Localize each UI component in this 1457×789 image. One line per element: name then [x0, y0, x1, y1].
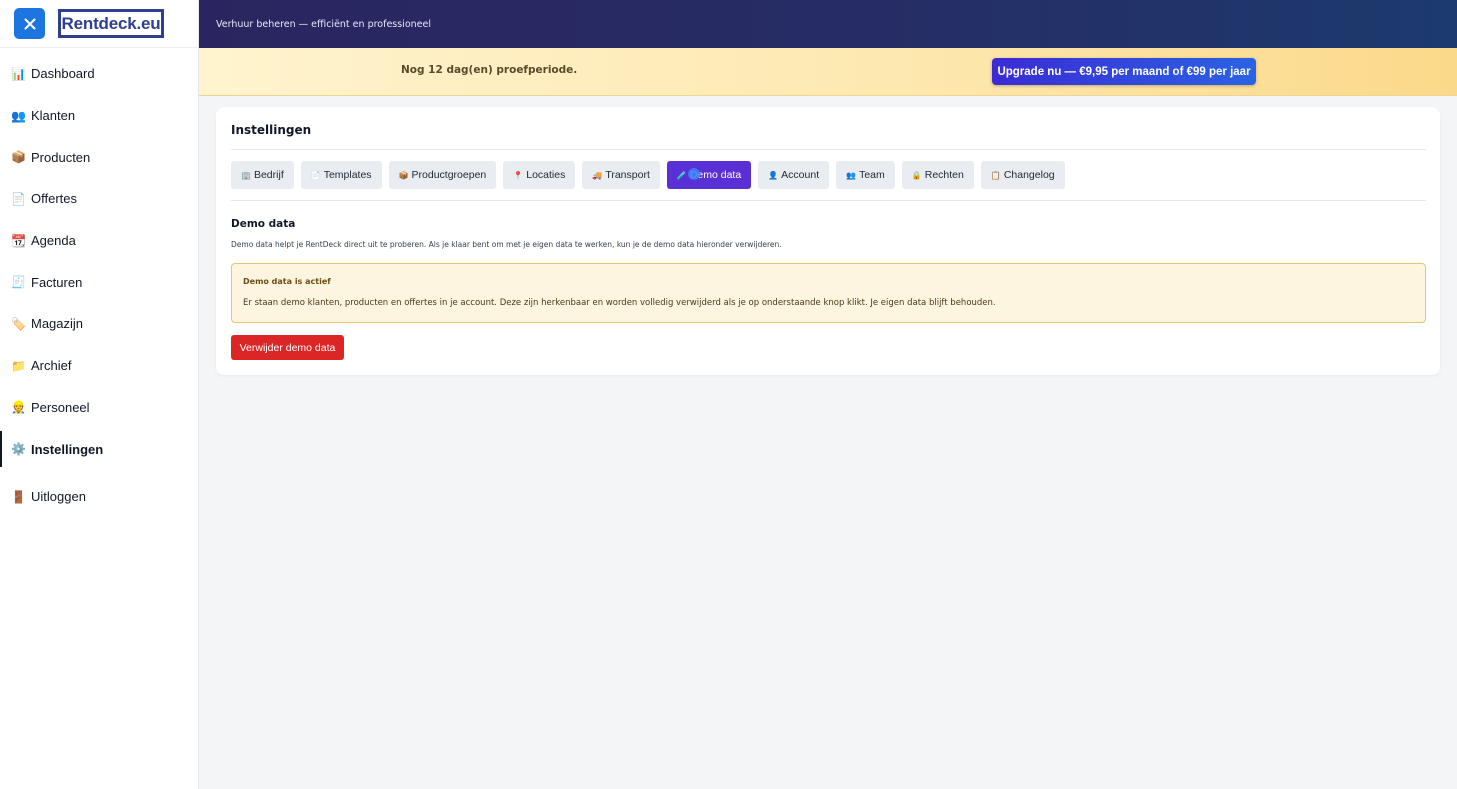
truck-icon: 🚚 [592, 170, 603, 180]
sidebar-item-label: Agenda [31, 233, 76, 249]
label-icon: 🏷️ [11, 316, 26, 331]
tab-transport[interactable]: 🚚 Transport [582, 161, 660, 189]
worker-icon: 👷 [11, 400, 26, 415]
tab-label: Transport [605, 169, 650, 181]
close-sidebar-button[interactable] [14, 8, 45, 39]
section-description: Demo data helpt je RentDeck direct uit t… [231, 240, 782, 249]
tab-bedrijf[interactable]: 🏢 Bedrijf [231, 161, 294, 189]
sidebar-item-offertes[interactable]: 📄 Offertes [0, 178, 198, 220]
logo[interactable]: Rentdeck.eu [58, 9, 164, 38]
tab-label: Templates [323, 169, 372, 181]
upgrade-button[interactable]: Upgrade nu — €9,95 per maand of €99 per … [992, 58, 1256, 85]
sidebar-item-label: Magazijn [31, 316, 84, 332]
tab-account[interactable]: 👤 Account [758, 161, 830, 189]
notice-title: Demo data is actief [243, 277, 331, 286]
sidebar-item-label: Facturen [31, 274, 83, 290]
sidebar-item-archief[interactable]: 📁 Archief [0, 345, 198, 387]
sidebar-item-label: Klanten [31, 108, 76, 124]
sidebar-item-label: Uitloggen [31, 489, 86, 505]
tab-locaties[interactable]: 📍 Locaties [503, 161, 576, 189]
document-icon: 📄 [310, 170, 321, 180]
building-icon: 🏢 [241, 170, 251, 180]
sidebar-item-label: Producten [31, 149, 91, 165]
demo-data-notice: Demo data is actief Er staan demo klante… [231, 263, 1426, 323]
tab-label: Changelog [1003, 169, 1055, 181]
settings-card: Instellingen 🏢 Bedrijf 📄 Templates 📦 Produc… [216, 107, 1440, 375]
divider [231, 149, 1426, 150]
lock-icon: 🔒 [911, 170, 922, 180]
package-icon: 📦 [398, 170, 409, 180]
tab-changelog[interactable]: 📋 Changelog [980, 161, 1065, 189]
sidebar-item-magazijn[interactable]: 🏷️ Magazijn [0, 303, 198, 345]
tab-label: Locaties [526, 169, 566, 181]
divider [231, 200, 1426, 201]
tab-label: Team [859, 169, 885, 181]
tab-team[interactable]: 👥 Team [836, 161, 895, 189]
delete-demo-data-button[interactable]: Verwijder demo data [231, 335, 344, 360]
tab-label: Account [781, 169, 820, 181]
page-title: Instellingen [231, 123, 312, 137]
sidebar-item-uitloggen[interactable]: 🚪 Uitloggen [0, 476, 198, 518]
settings-tabs: 🏢 Bedrijf 📄 Templates 📦 Productgroepen 📍 Loc… [231, 161, 1065, 189]
trial-banner: Nog 12 dag(en) proefperiode. Upgrade nu … [199, 48, 1457, 96]
pin-icon: 📍 [513, 170, 524, 180]
tab-templates[interactable]: 📄 Templates [300, 161, 382, 189]
close-icon [24, 18, 35, 29]
top-header: Verhuur beheren — efficiënt en professio… [199, 0, 1457, 48]
tab-demo-data[interactable]: 🧪 Demo data [666, 161, 752, 189]
folder-icon: 📁 [11, 358, 26, 373]
tab-productgroepen[interactable]: 📦 Productgroepen [388, 161, 497, 189]
header-tagline: Verhuur beheren — efficiënt en professio… [216, 18, 431, 30]
sidebar-item-label: Dashboard [31, 66, 95, 82]
gear-icon: ⚙️ [11, 442, 26, 457]
calendar-icon: 📆 [11, 233, 26, 248]
notice-text: Er staan demo klanten, producten en offe… [243, 298, 996, 308]
mouse-cursor-indicator [688, 168, 700, 180]
tab-label: Rechten [924, 169, 964, 181]
document-icon: 📄 [11, 191, 26, 206]
users-icon: 👥 [846, 170, 857, 180]
chart-icon: 📊 [11, 66, 26, 81]
tab-label: Bedrijf [253, 169, 284, 181]
sidebar-item-agenda[interactable]: 📆 Agenda [0, 220, 198, 262]
sidebar-header: Rentdeck.eu [0, 0, 198, 48]
trial-text: Nog 12 dag(en) proefperiode. [401, 64, 578, 76]
sidebar-item-facturen[interactable]: 🧾 Facturen [0, 261, 198, 303]
sidebar-item-label: Personeel [31, 399, 90, 415]
test-tube-icon: 🧪 [676, 170, 687, 180]
sidebar-item-label: Instellingen [31, 441, 104, 457]
door-icon: 🚪 [11, 489, 26, 504]
receipt-icon: 🧾 [11, 275, 26, 290]
package-icon: 📦 [11, 150, 26, 165]
logo-text: Rentdeck.eu [61, 13, 161, 33]
sidebar-item-producten[interactable]: 📦 Producten [0, 136, 198, 178]
sidebar: Rentdeck.eu 📊 Dashboard 👥 Klanten 📦 Product… [0, 0, 199, 789]
tab-label: Productgroepen [411, 169, 487, 181]
sidebar-item-label: Archief [31, 358, 72, 374]
sidebar-item-dashboard[interactable]: 📊 Dashboard [0, 53, 198, 95]
sidebar-item-instellingen[interactable]: ⚙️ Instellingen [0, 428, 198, 470]
sidebar-nav: 📊 Dashboard 👥 Klanten 📦 Producten 📄 Offertes… [0, 48, 198, 518]
clipboard-icon: 📋 [990, 170, 1001, 180]
tab-rechten[interactable]: 🔒 Rechten [901, 161, 974, 189]
sidebar-item-label: Offertes [31, 191, 78, 207]
sidebar-item-klanten[interactable]: 👥 Klanten [0, 95, 198, 137]
sidebar-item-personeel[interactable]: 👷 Personeel [0, 387, 198, 429]
user-icon: 👤 [768, 170, 779, 180]
users-icon: 👥 [11, 108, 26, 123]
section-title: Demo data [231, 218, 296, 230]
